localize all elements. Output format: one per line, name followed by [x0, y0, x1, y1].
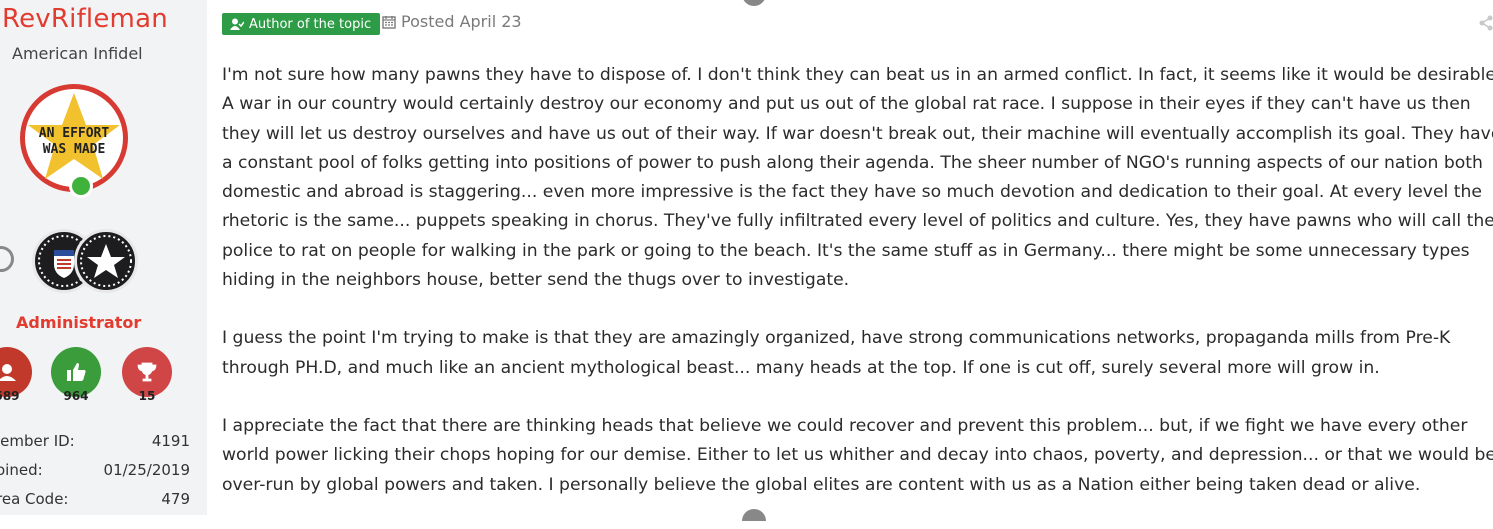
post-line: I appreciate the fact that there are thi… [222, 415, 1468, 436]
joined-value: 01/25/2019 [103, 461, 190, 479]
online-status-icon [69, 174, 93, 198]
post-line: world power licking their chops hoping f… [222, 445, 1493, 466]
post-paragraph-2: I guess the point I'm trying to make is … [222, 324, 1492, 383]
reputation-stat[interactable]: 589 [0, 347, 32, 403]
scroll-knob-top [742, 0, 766, 6]
user-icon [230, 18, 244, 30]
area-code-value: 479 [161, 490, 190, 508]
post-line: rhetoric is the same... puppets speaking… [222, 211, 1493, 232]
trophy-stat[interactable]: 15 [122, 347, 172, 403]
post-line: over-run by global powers and taken. I p… [222, 474, 1421, 495]
partial-icon [0, 246, 14, 272]
member-id-label: lember ID: [0, 432, 75, 450]
rank-badges [32, 229, 142, 299]
avatar-image: AN EFFORT WAS MADE [28, 93, 120, 179]
avatar-text-line-2: WAS MADE [43, 142, 106, 157]
reputation-count: 589 [0, 389, 20, 403]
user-title: American Infidel [12, 44, 143, 63]
joined-label: oined: [0, 461, 43, 479]
username[interactable]: RevRifleman [2, 4, 168, 34]
member-id-value: 4191 [151, 432, 190, 450]
post-line: through PH.D, and much like an ancient m… [222, 357, 1380, 378]
user-role: Administrator [16, 313, 142, 332]
post-line: I guess the point I'm trying to make is … [222, 328, 1451, 349]
calendar-icon [382, 15, 396, 29]
author-badge-label: Author of the topic [249, 16, 372, 32]
trophy-count: 15 [138, 389, 156, 403]
post-date-label: Posted April 23 [401, 12, 522, 31]
author-badge: Author of the topic [222, 13, 381, 35]
area-code-label: rea Code: [0, 490, 69, 508]
likes-count: 964 [63, 389, 89, 403]
post-line: they will let us destroy ourselves and h… [222, 123, 1493, 144]
user-panel: RevRifleman American Infidel AN EFFORT W… [0, 0, 207, 515]
post-paragraph-3: I appreciate the fact that there are thi… [222, 412, 1493, 500]
post-body: I'm not sure how many pawns they have to… [222, 61, 1493, 529]
post-date[interactable]: Posted April 23 [382, 12, 522, 31]
likes-stat[interactable]: 964 [51, 347, 101, 403]
share-icon[interactable] [1479, 15, 1493, 36]
post-line: A war in our country would certainly des… [222, 94, 1471, 115]
post-paragraph-1: I'm not sure how many pawns they have to… [222, 61, 1493, 295]
star-badge-icon[interactable] [74, 229, 138, 293]
post-line: police to rat on people for walking in t… [222, 240, 1470, 261]
avatar-text-line-1: AN EFFORT [39, 126, 110, 141]
post-line: I'm not sure how many pawns they have to… [222, 65, 1493, 85]
post-line: a constant pool of folks getting into po… [222, 152, 1483, 173]
post-line: hiding in the neighbors house, better se… [222, 270, 850, 291]
post-line: domestic and abroad is staggering... eve… [222, 182, 1482, 203]
